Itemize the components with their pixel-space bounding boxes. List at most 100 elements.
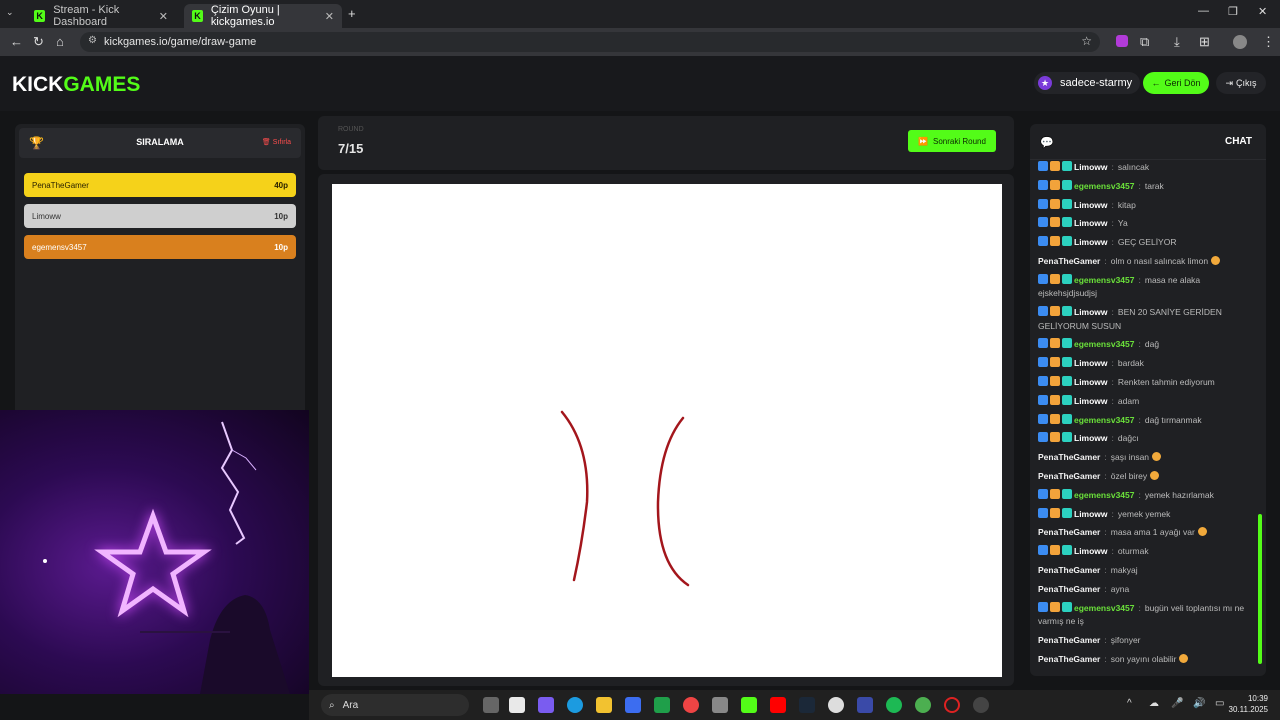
chat-username[interactable]: Limoww (1074, 237, 1108, 247)
chat-username[interactable]: Limoww (1074, 509, 1108, 519)
tab-close-icon[interactable]: ✕ (325, 10, 334, 23)
sub-badge-icon (1062, 413, 1072, 424)
chat-username[interactable]: Limoww (1074, 396, 1108, 406)
download-icon[interactable]: ⤓ (1174, 34, 1180, 50)
taskbar-clock[interactable]: 10:39 30.11.2025 (1229, 693, 1268, 715)
translate-icon[interactable]: ⊞ (1199, 34, 1210, 50)
home-icon[interactable]: ⌂ (56, 34, 64, 49)
chat-message: PenaTheGamer: şifonyer (1038, 634, 1256, 648)
chat-username[interactable]: Limoww (1074, 307, 1108, 317)
new-tab-icon[interactable]: + (348, 6, 356, 21)
chat-text: bardak (1117, 358, 1144, 369)
yandex-icon[interactable] (828, 697, 844, 713)
crown-badge-icon (1050, 198, 1060, 209)
verified-badge-icon (1038, 217, 1048, 228)
chat-separator: : (1104, 527, 1107, 538)
profile-avatar[interactable] (1233, 35, 1247, 49)
tab-search-icon[interactable]: ⌄ (6, 7, 14, 18)
chat-username[interactable]: egemensv3457 (1074, 415, 1135, 425)
chat-username[interactable]: egemensv3457 (1074, 339, 1135, 349)
sub-badge-icon (1062, 161, 1072, 171)
chat-username[interactable]: PenaTheGamer (1038, 565, 1100, 575)
app-icon[interactable] (857, 697, 873, 713)
site-info-icon[interactable]: ⚙ (88, 35, 97, 46)
logout-icon: ⇥ (1225, 77, 1234, 88)
opera-icon[interactable] (944, 697, 960, 713)
chat-username[interactable]: PenaTheGamer (1038, 452, 1100, 462)
chat-username[interactable]: Limoww (1074, 377, 1108, 387)
store-icon[interactable] (625, 697, 641, 713)
chat-username[interactable]: egemensv3457 (1074, 181, 1135, 191)
youtube-icon[interactable] (770, 697, 786, 713)
chat-text: özel birey (1110, 470, 1148, 481)
chat-message: Limoww: Renkten tahmin ediyorum (1038, 375, 1256, 390)
crown-badge-icon (1050, 217, 1060, 228)
tab-kick-dashboard[interactable]: K Stream - Kick Dashboard ✕ (26, 4, 176, 28)
tray-chevron-icon[interactable]: ^ (1127, 698, 1132, 709)
steam-icon[interactable] (799, 697, 815, 713)
drawing-canvas[interactable] (332, 184, 1002, 677)
chat-scrollbar[interactable] (1258, 514, 1262, 664)
chat-username[interactable]: Limoww (1074, 218, 1108, 228)
chrome-icon[interactable] (683, 697, 699, 713)
maximize-icon[interactable]: ❐ (1228, 5, 1238, 18)
chat-username[interactable]: egemensv3457 (1074, 603, 1135, 613)
chrome-active-icon[interactable] (915, 697, 931, 713)
next-round-button[interactable]: ⏩ Sonraki Round (908, 130, 996, 152)
tab-close-icon[interactable]: ✕ (159, 10, 168, 23)
battery-icon[interactable]: ▭ (1215, 698, 1224, 709)
cloud-icon[interactable]: ☁ (1149, 698, 1159, 709)
chat-username[interactable]: Limoww (1074, 433, 1108, 443)
chat-username[interactable]: egemensv3457 (1074, 275, 1135, 285)
tab-label: Stream - Kick Dashboard (53, 4, 120, 28)
user-chip[interactable]: ★ sadece-starmy (1034, 72, 1141, 94)
extensions-puzzle-icon[interactable]: ⧉ (1140, 34, 1149, 50)
browser-menu-icon[interactable]: ⋮ (1262, 34, 1275, 50)
chat-username[interactable]: PenaTheGamer (1038, 527, 1100, 537)
chat-username[interactable]: PenaTheGamer (1038, 584, 1100, 594)
spotify-icon[interactable] (886, 697, 902, 713)
chat-username[interactable]: PenaTheGamer (1038, 471, 1100, 481)
back-arrow-icon[interactable]: ← (10, 34, 23, 49)
chat-username[interactable]: PenaTheGamer (1038, 635, 1100, 645)
chat-text: son yayını olabilir (1110, 653, 1177, 664)
url-input[interactable]: ⚙ kickgames.io/game/draw-game ☆ (80, 32, 1100, 52)
minimize-icon[interactable]: — (1198, 5, 1209, 17)
search-icon: ⌕ (329, 699, 335, 711)
excel-icon[interactable] (654, 697, 670, 713)
task-view-icon[interactable] (483, 697, 499, 713)
taskbar-search[interactable]: ⌕ Ara (321, 694, 469, 716)
chat-username[interactable]: PenaTheGamer (1038, 654, 1100, 664)
sub-badge-icon (1062, 236, 1072, 247)
edge-icon[interactable] (567, 697, 583, 713)
chat-text: dağ (1144, 339, 1160, 350)
kick-icon[interactable] (741, 697, 757, 713)
crown-badge-icon (1050, 338, 1060, 349)
app-icon[interactable] (712, 697, 728, 713)
back-button[interactable]: ← Geri Dön (1143, 72, 1209, 94)
chat-text: Renkten tahmin ediyorum (1117, 376, 1215, 387)
chat-username[interactable]: Limoww (1074, 358, 1108, 368)
file-explorer-icon[interactable] (596, 697, 612, 713)
copilot-icon[interactable] (538, 697, 554, 713)
verified-badge-icon (1038, 357, 1048, 368)
reset-button[interactable]: 🗑 Sıfırla (262, 138, 291, 146)
chat-username[interactable]: Limoww (1074, 162, 1108, 172)
tab-kickgames[interactable]: K Çizim Oyunu | kickgames.io ✕ (184, 4, 342, 28)
file-icon[interactable] (509, 697, 525, 713)
extension-icon[interactable] (1116, 35, 1128, 47)
kickgames-logo[interactable]: KICKGAMES (12, 73, 140, 97)
logout-button[interactable]: ⇥ Çıkış (1216, 72, 1266, 94)
bookmark-star-icon[interactable]: ☆ (1081, 34, 1092, 48)
chat-username[interactable]: PenaTheGamer (1038, 256, 1100, 266)
mic-icon[interactable]: 🎤 (1171, 698, 1183, 709)
chat-username[interactable]: Limoww (1074, 546, 1108, 556)
crown-badge-icon (1050, 413, 1060, 424)
player-points: 40p (274, 180, 288, 190)
close-window-icon[interactable]: ✕ (1258, 5, 1267, 18)
volume-icon[interactable]: 🔊 (1193, 698, 1205, 709)
chat-username[interactable]: Limoww (1074, 200, 1108, 210)
reload-icon[interactable]: ↻ (33, 34, 44, 50)
chat-username[interactable]: egemensv3457 (1074, 490, 1135, 500)
app-icon[interactable] (973, 697, 989, 713)
